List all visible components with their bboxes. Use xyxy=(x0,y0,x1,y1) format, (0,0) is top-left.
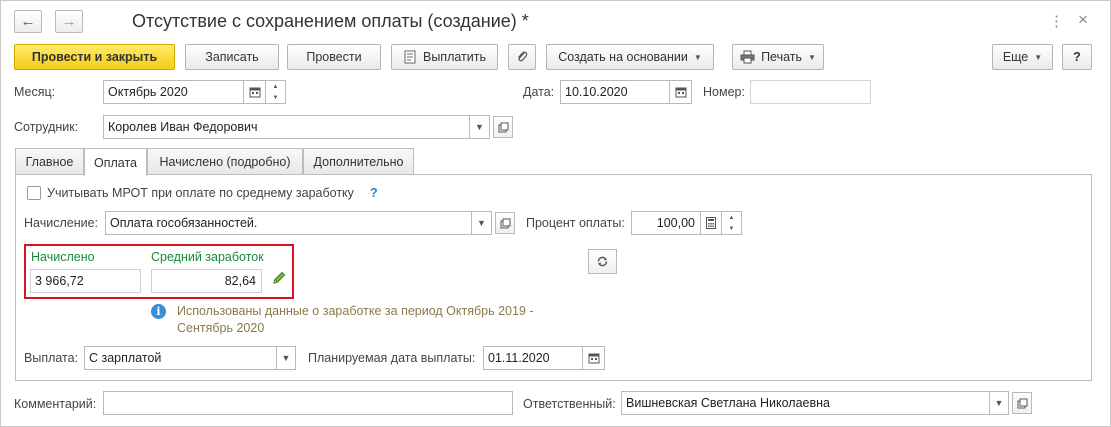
payout-input[interactable]: С зарплатой xyxy=(84,346,277,370)
date-calendar-button[interactable] xyxy=(670,80,692,104)
dropdown-arrow-icon: ▼ xyxy=(994,398,1004,408)
open-form-icon xyxy=(498,122,508,132)
month-label: Месяц: xyxy=(14,85,56,99)
payout-label: Выплата: xyxy=(24,351,79,365)
refresh-icon xyxy=(597,256,608,267)
save-label: Записать xyxy=(205,50,259,64)
print-label: Печать xyxy=(761,50,803,64)
responsible-input[interactable]: Вишневская Светлана Николаевна xyxy=(621,391,990,415)
calendar-icon xyxy=(588,353,599,364)
percent-input[interactable]: 100,00 xyxy=(631,211,701,235)
employee-dropdown-button[interactable]: ▼ xyxy=(470,115,490,139)
employee-input[interactable]: Королев Иван Федорович xyxy=(103,115,470,139)
planned-date-calendar-button[interactable] xyxy=(583,346,605,370)
accrued-input[interactable]: 3 966,72 xyxy=(30,269,141,293)
refresh-button[interactable] xyxy=(588,249,617,274)
post-and-close-label: Провести и закрыть xyxy=(31,50,158,64)
document-icon xyxy=(404,50,416,64)
spin-down-icon[interactable]: ▼ xyxy=(729,226,735,232)
paperclip-icon xyxy=(518,51,528,62)
date-label: Дата: xyxy=(523,85,555,99)
number-input[interactable] xyxy=(750,80,871,104)
attach-button[interactable] xyxy=(508,44,536,70)
comment-input[interactable] xyxy=(103,391,513,415)
responsible-dropdown-button[interactable]: ▼ xyxy=(990,391,1009,415)
calendar-icon xyxy=(675,87,686,98)
percent-spinner[interactable]: ▲ ▼ xyxy=(722,211,742,235)
planned-date-label: Планируемая дата выплаты: xyxy=(308,351,476,365)
caret-down-icon: ▼ xyxy=(1034,52,1043,62)
percent-label: Процент оплаты: xyxy=(526,216,625,230)
accrual-label: Начисление: xyxy=(24,216,99,230)
caret-down-icon: ▼ xyxy=(693,52,702,62)
earnings-period-info: Использованы данные о заработке за перио… xyxy=(177,304,534,335)
spin-up-icon[interactable]: ▲ xyxy=(729,215,735,221)
edit-average-button[interactable] xyxy=(271,270,287,289)
date-input[interactable]: 10.10.2020 xyxy=(560,80,670,104)
spin-up-icon[interactable]: ▲ xyxy=(273,84,279,90)
more-button[interactable]: Еще ▼ xyxy=(992,44,1053,70)
month-calendar-button[interactable] xyxy=(244,80,266,104)
planned-date-input[interactable]: 01.11.2020 xyxy=(483,346,583,370)
post-and-close-button[interactable]: Провести и закрыть xyxy=(14,44,175,70)
tab-additional[interactable]: Дополнительно xyxy=(303,148,414,175)
print-button[interactable]: Печать ▼ xyxy=(732,44,824,70)
number-label: Номер: xyxy=(703,85,745,99)
accrual-open-button[interactable] xyxy=(495,212,515,234)
help-label: ? xyxy=(1073,50,1081,64)
payout-dropdown-button[interactable]: ▼ xyxy=(277,346,296,370)
tab-payment[interactable]: Оплата xyxy=(84,148,147,176)
month-input[interactable]: Октябрь 2020 xyxy=(103,80,244,104)
responsible-open-button[interactable] xyxy=(1012,392,1032,414)
more-actions-icon[interactable]: ⋮ xyxy=(1049,12,1064,30)
tab-accrued-detail[interactable]: Начислено (подробно) xyxy=(147,148,303,175)
calculator-icon xyxy=(706,217,716,229)
save-button[interactable]: Записать xyxy=(185,44,279,70)
accrual-dropdown-button[interactable]: ▼ xyxy=(472,211,492,235)
post-label: Провести xyxy=(306,50,362,64)
employee-label: Сотрудник: xyxy=(14,120,79,134)
employee-open-button[interactable] xyxy=(493,116,513,138)
dropdown-arrow-icon: ▼ xyxy=(477,218,486,228)
pay-label: Выплатить xyxy=(422,50,486,64)
more-label: Еще xyxy=(1002,50,1029,64)
calendar-icon xyxy=(249,87,260,98)
percent-calculator-button[interactable] xyxy=(701,211,722,235)
create-based-on-label: Создать на основании xyxy=(558,50,688,64)
create-based-on-button[interactable]: Создать на основании ▼ xyxy=(546,44,714,70)
open-form-icon xyxy=(1017,398,1027,408)
form-title: Отсутствие с сохранением оплаты (создани… xyxy=(132,11,529,31)
info-icon: i xyxy=(151,304,166,319)
accrual-input[interactable]: Оплата гособязанностей. xyxy=(105,211,472,235)
arrow-left-icon: ← xyxy=(20,13,36,30)
average-earnings-input[interactable]: 82,64 xyxy=(151,269,262,293)
back-button[interactable]: ← xyxy=(14,10,42,33)
post-button[interactable]: Провести xyxy=(287,44,381,70)
pay-button[interactable]: Выплатить xyxy=(391,44,498,70)
month-spinner[interactable]: ▲ ▼ xyxy=(266,80,286,104)
printer-icon xyxy=(740,50,755,64)
tab-main[interactable]: Главное xyxy=(15,148,84,175)
accrued-label: Начислено xyxy=(31,250,95,264)
mrot-help-icon[interactable]: ? xyxy=(370,186,378,200)
average-earnings-label: Средний заработок xyxy=(151,250,264,264)
forward-button[interactable]: → xyxy=(55,10,83,33)
mrot-label: Учитывать МРОТ при оплате по среднему за… xyxy=(47,186,354,200)
form-window: ← → Отсутствие с сохранением оплаты (соз… xyxy=(0,0,1111,427)
caret-down-icon: ▼ xyxy=(808,52,816,62)
help-button[interactable]: ? xyxy=(1062,44,1092,70)
dropdown-arrow-icon: ▼ xyxy=(475,122,484,132)
spin-down-icon[interactable]: ▼ xyxy=(273,95,279,101)
close-icon[interactable]: × xyxy=(1078,10,1088,30)
comment-label: Комментарий: xyxy=(14,397,97,411)
dropdown-arrow-icon: ▼ xyxy=(281,353,291,363)
arrow-right-icon: → xyxy=(61,13,77,30)
open-form-icon xyxy=(500,218,510,228)
pencil-icon xyxy=(273,271,286,284)
responsible-label: Ответственный: xyxy=(523,397,616,411)
mrot-checkbox[interactable] xyxy=(27,186,41,200)
